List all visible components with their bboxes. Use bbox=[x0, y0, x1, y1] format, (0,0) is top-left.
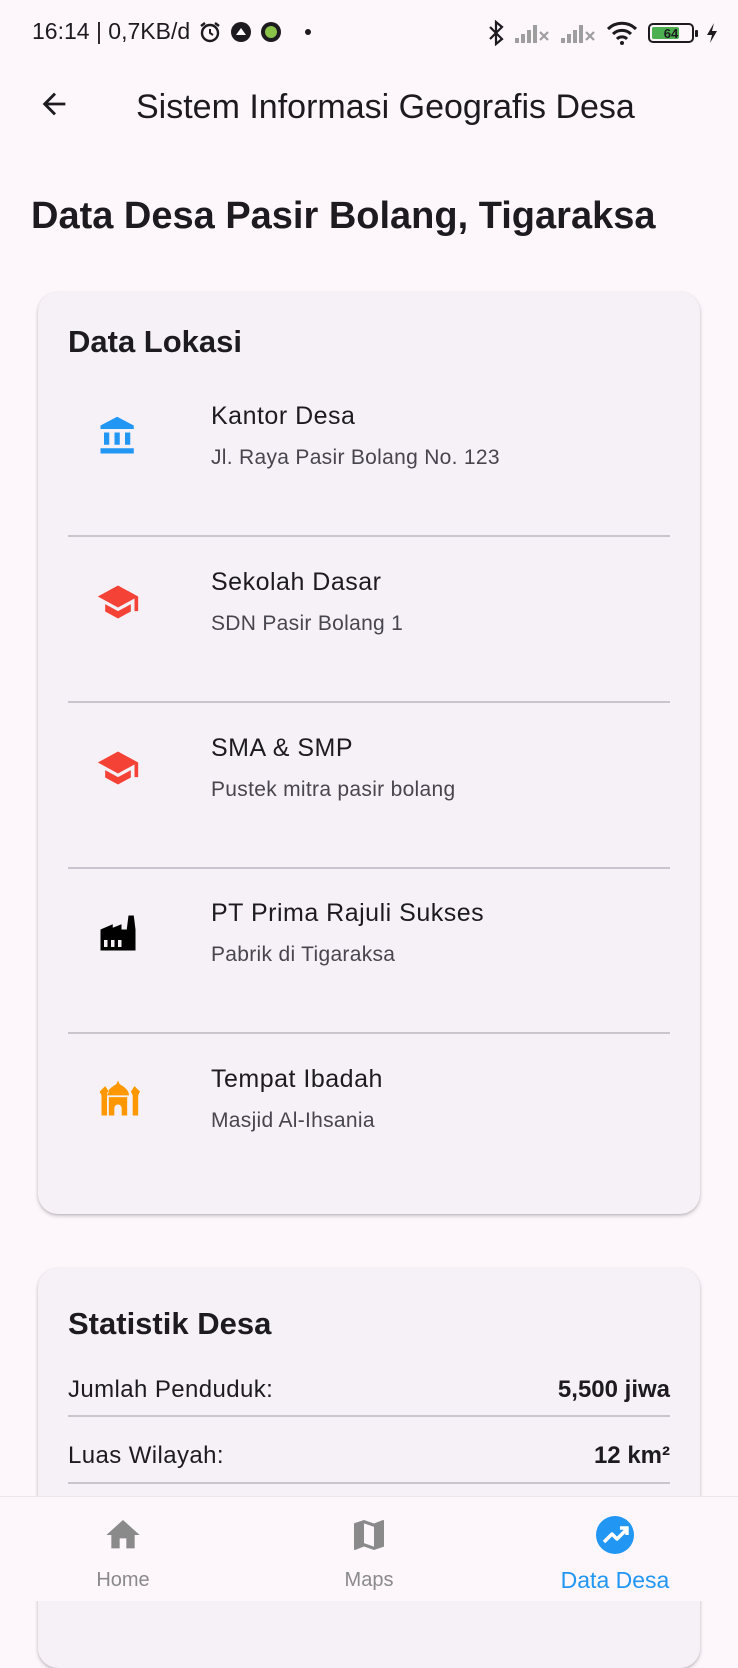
arrow-back-icon bbox=[37, 87, 71, 126]
status-right: 64 bbox=[488, 20, 718, 46]
nav-maps[interactable]: Maps bbox=[246, 1497, 492, 1601]
divider bbox=[68, 1415, 670, 1417]
school-icon bbox=[96, 580, 140, 624]
stat-label: Jumlah Penduduk: bbox=[68, 1376, 274, 1403]
alarm-icon bbox=[198, 20, 222, 44]
charging-icon bbox=[706, 22, 718, 44]
location-name: Kantor Desa bbox=[211, 402, 356, 430]
map-icon bbox=[349, 1515, 389, 1555]
status-time: 16:14 | 0,7KB/d bbox=[32, 18, 191, 44]
location-detail: Pabrik di Tigaraksa bbox=[211, 943, 396, 966]
bottom-navigation: Home Maps Data Desa bbox=[0, 1496, 738, 1601]
nav-maps-label: Maps bbox=[344, 1569, 394, 1591]
school-icon bbox=[96, 746, 140, 790]
factory-icon bbox=[96, 911, 140, 955]
bluetooth-icon bbox=[488, 20, 504, 46]
stat-row: Luas Wilayah: 12 km² bbox=[68, 1424, 670, 1490]
status-left: 16:14 | 0,7KB/d bbox=[32, 18, 312, 45]
stat-value: 5,500 jiwa bbox=[557, 1376, 670, 1403]
statistics-card: Statistik Desa Jumlah Penduduk: 5,500 ji… bbox=[38, 1268, 700, 1668]
mosque-icon bbox=[96, 1077, 140, 1121]
location-card-title: Data Lokasi bbox=[68, 324, 243, 359]
battery-icon: 64 bbox=[648, 23, 698, 43]
location-name: Sekolah Dasar bbox=[211, 568, 382, 596]
battery-level: 64 bbox=[663, 25, 679, 41]
location-name: Tempat Ibadah bbox=[211, 1065, 383, 1093]
trending-up-icon bbox=[595, 1515, 635, 1555]
location-item[interactable]: Sekolah Dasar SDN Pasir Bolang 1 bbox=[68, 534, 670, 698]
nav-data-desa[interactable]: Data Desa bbox=[492, 1497, 738, 1601]
wifi-icon bbox=[606, 21, 638, 45]
location-detail: Jl. Raya Pasir Bolang No. 123 bbox=[211, 446, 500, 469]
divider bbox=[68, 1482, 670, 1484]
location-detail: Masjid Al-Ihsania bbox=[211, 1109, 375, 1132]
location-item[interactable]: Kantor Desa Jl. Raya Pasir Bolang No. 12… bbox=[68, 368, 670, 532]
location-detail: Pustek mitra pasir bolang bbox=[211, 778, 456, 801]
location-detail: SDN Pasir Bolang 1 bbox=[211, 612, 404, 635]
location-item[interactable]: SMA & SMP Pustek mitra pasir bolang bbox=[68, 700, 670, 864]
signal-icon bbox=[514, 22, 550, 44]
statistics-card-title: Statistik Desa bbox=[68, 1306, 272, 1341]
stat-label: Luas Wilayah: bbox=[68, 1442, 224, 1469]
back-button[interactable] bbox=[28, 80, 80, 132]
dot-icon bbox=[304, 28, 312, 36]
nav-home[interactable]: Home bbox=[0, 1497, 246, 1601]
bank-icon bbox=[96, 414, 140, 458]
app-bar-title: Sistem Informasi Geografis Desa bbox=[136, 88, 635, 126]
location-card: Data Lokasi Kantor Desa Jl. Raya Pasir B… bbox=[38, 292, 700, 1214]
location-name: PT Prima Rajuli Sukses bbox=[211, 899, 485, 927]
nav-data-desa-label: Data Desa bbox=[560, 1567, 670, 1593]
location-item[interactable]: PT Prima Rajuli Sukses Pabrik di Tigarak… bbox=[68, 865, 670, 1029]
status-bar: 16:14 | 0,7KB/d 64 bbox=[0, 0, 738, 68]
stat-value: 12 km² bbox=[593, 1442, 670, 1469]
page-title: Data Desa Pasir Bolang, Tigaraksa bbox=[31, 195, 656, 237]
location-name: SMA & SMP bbox=[211, 734, 354, 762]
app-bar: Sistem Informasi Geografis Desa bbox=[0, 68, 738, 148]
location-item[interactable]: Tempat Ibadah Masjid Al-Ihsania bbox=[68, 1031, 670, 1195]
home-icon bbox=[103, 1515, 143, 1555]
whatsapp-icon bbox=[260, 21, 282, 43]
app-notification-icon bbox=[230, 21, 252, 43]
nav-home-label: Home bbox=[96, 1569, 150, 1591]
signal-icon bbox=[560, 22, 596, 44]
